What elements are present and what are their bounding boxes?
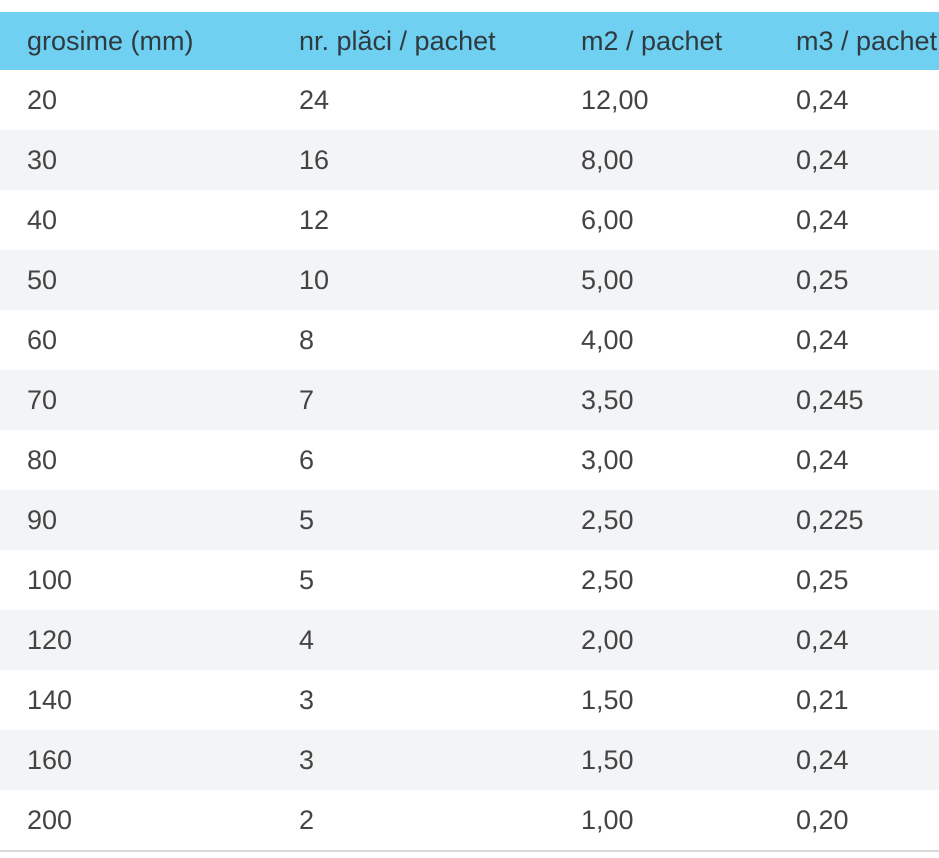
header-thickness: grosime (mm) [27, 25, 194, 56]
cell-boards-per-pack: 16 [299, 144, 330, 175]
cell-thickness: 20 [27, 84, 58, 115]
cell-m2-per-pack: 1,50 [581, 684, 634, 715]
cell-boards-per-pack: 3 [299, 684, 315, 715]
table-bottom-divider [0, 850, 939, 852]
table-row: 80 6 3,00 0,24 [0, 430, 939, 490]
cell-thickness: 100 [27, 564, 73, 595]
cell-thickness: 160 [27, 744, 73, 775]
cell-m2-per-pack: 2,00 [581, 624, 634, 655]
cell-m2-per-pack: 1,50 [581, 744, 634, 775]
cell-m3-per-pack: 0,245 [796, 384, 864, 415]
cell-boards-per-pack: 4 [299, 624, 315, 655]
cell-boards-per-pack: 3 [299, 744, 315, 775]
cell-boards-per-pack: 6 [299, 444, 315, 475]
cell-thickness: 40 [27, 204, 58, 235]
cell-m3-per-pack: 0,24 [796, 444, 849, 475]
cell-thickness: 90 [27, 504, 58, 535]
cell-m3-per-pack: 0,24 [796, 744, 849, 775]
cell-m3-per-pack: 0,225 [796, 504, 864, 535]
table-row: 50 10 5,00 0,25 [0, 250, 939, 310]
table-body: 20 24 12,00 0,24 30 16 8,00 0,24 40 12 6… [0, 70, 939, 850]
table-row: 120 4 2,00 0,24 [0, 610, 939, 670]
cell-boards-per-pack: 24 [299, 84, 330, 115]
data-table-container: grosime (mm) nr. plăci / pachet m2 / pac… [0, 0, 939, 852]
cell-thickness: 80 [27, 444, 58, 475]
table-row: 140 3 1,50 0,21 [0, 670, 939, 730]
cell-m3-per-pack: 0,24 [796, 624, 849, 655]
table-row: 70 7 3,50 0,245 [0, 370, 939, 430]
header-m3-per-pack: m3 / pachet [796, 25, 938, 56]
cell-m3-per-pack: 0,25 [796, 264, 849, 295]
cell-thickness: 200 [27, 804, 73, 835]
header-row: grosime (mm) nr. plăci / pachet m2 / pac… [0, 12, 939, 70]
cell-m3-per-pack: 0,24 [796, 324, 849, 355]
table-row: 30 16 8,00 0,24 [0, 130, 939, 190]
cell-m3-per-pack: 0,24 [796, 144, 849, 175]
table-row: 20 24 12,00 0,24 [0, 70, 939, 130]
table-row: 90 5 2,50 0,225 [0, 490, 939, 550]
table-row: 100 5 2,50 0,25 [0, 550, 939, 610]
table-row: 200 2 1,00 0,20 [0, 790, 939, 850]
cell-thickness: 120 [27, 624, 73, 655]
cell-m2-per-pack: 3,00 [581, 444, 634, 475]
cell-m2-per-pack: 1,00 [581, 804, 634, 835]
cell-boards-per-pack: 5 [299, 504, 315, 535]
cell-m2-per-pack: 3,50 [581, 384, 634, 415]
cell-m2-per-pack: 2,50 [581, 564, 634, 595]
cell-m2-per-pack: 12,00 [581, 84, 649, 115]
cell-m3-per-pack: 0,24 [796, 204, 849, 235]
cell-thickness: 70 [27, 384, 58, 415]
cell-m2-per-pack: 8,00 [581, 144, 634, 175]
cell-thickness: 140 [27, 684, 73, 715]
cell-boards-per-pack: 12 [299, 204, 330, 235]
cell-thickness: 30 [27, 144, 58, 175]
table-row: 60 8 4,00 0,24 [0, 310, 939, 370]
cell-m2-per-pack: 2,50 [581, 504, 634, 535]
cell-m2-per-pack: 6,00 [581, 204, 634, 235]
cell-thickness: 60 [27, 324, 58, 355]
cell-m3-per-pack: 0,24 [796, 84, 849, 115]
header-m2-per-pack: m2 / pachet [581, 25, 723, 56]
cell-m2-per-pack: 4,00 [581, 324, 634, 355]
cell-m3-per-pack: 0,21 [796, 684, 849, 715]
cell-m3-per-pack: 0,25 [796, 564, 849, 595]
header-boards-per-pack: nr. plăci / pachet [299, 25, 496, 56]
cell-thickness: 50 [27, 264, 58, 295]
table-row: 40 12 6,00 0,24 [0, 190, 939, 250]
cell-m3-per-pack: 0,20 [796, 804, 849, 835]
cell-boards-per-pack: 7 [299, 384, 315, 415]
cell-boards-per-pack: 2 [299, 804, 315, 835]
table-header: grosime (mm) nr. plăci / pachet m2 / pac… [0, 12, 939, 70]
table-row: 160 3 1,50 0,24 [0, 730, 939, 790]
cell-boards-per-pack: 10 [299, 264, 330, 295]
cell-boards-per-pack: 8 [299, 324, 315, 355]
cell-m2-per-pack: 5,00 [581, 264, 634, 295]
packaging-table: grosime (mm) nr. plăci / pachet m2 / pac… [0, 12, 939, 850]
cell-boards-per-pack: 5 [299, 564, 315, 595]
